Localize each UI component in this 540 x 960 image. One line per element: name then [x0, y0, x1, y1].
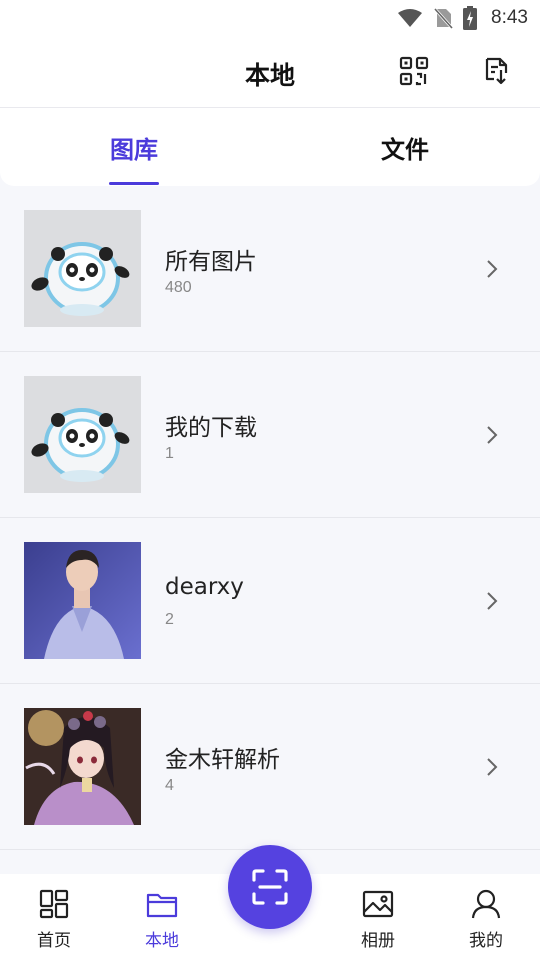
no-sim-icon [433, 7, 454, 29]
chevron-right-icon [487, 758, 498, 776]
scan-button[interactable] [228, 845, 312, 929]
status-time: 8:43 [491, 7, 528, 28]
nav-label: 我的 [469, 931, 503, 951]
tab-files[interactable]: 文件 [381, 130, 429, 165]
panda-mascot-image [24, 376, 141, 493]
panda-mascot-image [24, 210, 141, 327]
tab-gallery[interactable]: 图库 [110, 130, 158, 165]
album-thumbnail [24, 210, 141, 327]
folder-icon [146, 893, 178, 918]
chevron-right-icon [487, 260, 498, 278]
nav-item-mine[interactable]: 我的 [446, 888, 526, 951]
nav-item-album[interactable]: 相册 [338, 888, 418, 951]
album-row-dearxy[interactable]: dearxy 2 [0, 518, 540, 684]
battery-charging-icon [463, 6, 478, 30]
active-tab-indicator [109, 182, 159, 185]
album-name: 所有图片 [165, 249, 257, 275]
nav-label: 相册 [361, 931, 395, 951]
album-thumbnail [24, 708, 141, 825]
anime-art-image [24, 708, 141, 825]
nav-item-local[interactable]: 本地 [122, 888, 202, 951]
top-app-bar: 本地 [0, 36, 540, 108]
album-row-jinmuxuan[interactable]: 金木轩解析 4 [0, 684, 540, 850]
nav-label: 本地 [145, 931, 179, 951]
album-count: 4 [165, 777, 174, 794]
album-name: 金木轩解析 [165, 747, 280, 773]
chevron-right-icon [487, 426, 498, 444]
nav-item-home[interactable]: 首页 [14, 888, 94, 951]
album-count: 2 [165, 611, 174, 628]
qr-code-button[interactable] [397, 54, 431, 88]
image-icon [362, 890, 394, 918]
album-row-all-photos[interactable]: 所有图片 480 [0, 186, 540, 352]
person-photo-image [24, 542, 141, 659]
album-row-my-downloads[interactable]: 我的下载 1 [0, 352, 540, 518]
wifi-icon [398, 9, 423, 27]
album-count: 1 [165, 445, 174, 462]
export-icon [485, 57, 508, 85]
album-thumbnail [24, 542, 141, 659]
user-icon [471, 889, 501, 919]
album-thumbnail [24, 376, 141, 493]
grid-icon [39, 889, 69, 919]
album-name: 我的下载 [165, 415, 257, 441]
status-icons: 8:43 [397, 6, 528, 30]
album-count: 480 [165, 279, 192, 296]
chevron-right-icon [487, 592, 498, 610]
status-bar: 8:43 [0, 0, 540, 36]
page-title: 本地 [244, 61, 295, 90]
scan-icon [252, 869, 288, 905]
album-name: dearxy [165, 574, 244, 600]
tab-bar: 图库 文件 [0, 108, 540, 186]
export-button[interactable] [479, 54, 513, 88]
nav-label: 首页 [37, 931, 71, 951]
qr-code-icon [399, 56, 429, 86]
album-list: 所有图片 480 我的下载 1 dearxy 2 金木轩解析 4 [0, 186, 540, 850]
